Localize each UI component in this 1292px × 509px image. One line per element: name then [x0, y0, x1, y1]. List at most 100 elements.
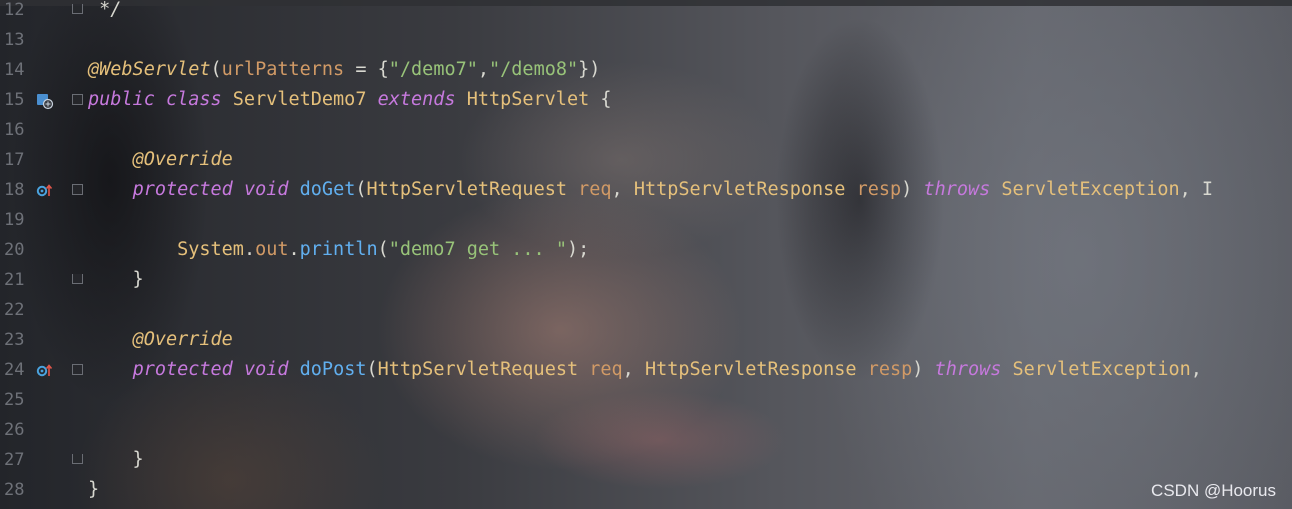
code-text[interactable]: }	[88, 475, 99, 505]
line-number[interactable]: 18	[4, 175, 34, 205]
code-token: (	[210, 59, 222, 80]
servlet-class-icon[interactable]	[36, 92, 54, 110]
code-token: , I	[1179, 179, 1214, 200]
code-token: @Override	[132, 149, 233, 170]
line-number[interactable]: 20	[4, 235, 34, 265]
code-token: )	[901, 179, 924, 200]
code-line[interactable]: 13	[0, 25, 1292, 55]
line-number[interactable]: 15	[4, 85, 34, 115]
code-token: System	[177, 239, 244, 260]
code-token: doPost	[299, 359, 367, 380]
code-token: out	[255, 239, 289, 260]
line-number[interactable]: 27	[4, 445, 34, 475]
code-token: );	[566, 239, 590, 260]
code-text[interactable]: @Override	[88, 145, 233, 175]
code-token: "/demo7"	[388, 59, 478, 80]
code-token: class	[165, 89, 233, 110]
code-token: req	[589, 359, 623, 380]
code-token: .	[243, 239, 256, 260]
code-line[interactable]: 28}	[0, 475, 1292, 505]
code-token: HttpServletResponse	[644, 359, 868, 380]
line-number[interactable]: 16	[4, 115, 34, 145]
code-text[interactable]: @WebServlet(urlPatterns = {"/demo7","/de…	[88, 55, 600, 85]
code-token: .	[288, 239, 300, 260]
code-line[interactable]: 18 protected void doGet(HttpServletReque…	[0, 175, 1292, 205]
code-token: HttpServlet	[466, 89, 590, 110]
code-line[interactable]: 26	[0, 415, 1292, 445]
code-line[interactable]: 19	[0, 205, 1292, 235]
fold-start-marker[interactable]	[72, 364, 83, 375]
code-line[interactable]: 16	[0, 115, 1292, 145]
code-token: }	[88, 449, 144, 470]
code-text[interactable]: System.out.println("demo7 get ... ");	[88, 235, 589, 265]
code-token: (	[355, 179, 367, 200]
code-token: "demo7 get ... "	[388, 239, 567, 260]
code-token: (	[366, 359, 378, 380]
code-token: ServletException	[1012, 359, 1191, 380]
line-number[interactable]: 22	[4, 295, 34, 325]
code-token: @WebServlet	[88, 59, 211, 80]
code-token: {	[589, 89, 612, 110]
code-line[interactable]: 15 public class ServletDemo7 extends Http…	[0, 85, 1292, 115]
line-number[interactable]: 21	[4, 265, 34, 295]
code-token: HttpServletResponse	[633, 179, 857, 200]
code-token: throws	[934, 359, 1013, 380]
code-text[interactable]: }	[88, 445, 144, 475]
code-line[interactable]: 25	[0, 385, 1292, 415]
line-number[interactable]: 17	[4, 145, 34, 175]
fold-end-marker[interactable]	[72, 454, 83, 464]
code-token: HttpServletRequest	[377, 359, 590, 380]
line-number[interactable]: 28	[4, 475, 34, 505]
code-token: ServletException	[1001, 179, 1180, 200]
code-line[interactable]: 20 System.out.println("demo7 get ... ");	[0, 235, 1292, 265]
code-token: ,	[622, 359, 645, 380]
code-token: ,	[1190, 359, 1202, 380]
code-text[interactable]: protected void doGet(HttpServletRequest …	[88, 175, 1213, 205]
code-line[interactable]: 27 }	[0, 445, 1292, 475]
code-token: extends	[377, 89, 467, 110]
code-token: )	[912, 359, 935, 380]
code-text[interactable]: @Override	[88, 325, 233, 355]
fold-start-marker[interactable]	[72, 94, 83, 105]
code-text[interactable]: public class ServletDemo7 extends HttpSe…	[88, 85, 612, 115]
code-token: "/demo8"	[489, 59, 579, 80]
line-number[interactable]: 26	[4, 415, 34, 445]
code-token: = {	[344, 59, 389, 80]
code-token: (	[377, 239, 389, 260]
line-number[interactable]: 13	[4, 25, 34, 55]
override-method-icon[interactable]	[36, 182, 53, 198]
code-token: */	[88, 0, 122, 20]
fold-end-marker[interactable]	[72, 4, 83, 14]
code-token: }	[88, 479, 100, 500]
code-text[interactable]: */	[88, 0, 121, 25]
code-line[interactable]: 24 protected void doPost(HttpServletRequ…	[0, 355, 1292, 385]
fold-end-marker[interactable]	[72, 274, 83, 284]
code-token: ServletDemo7	[232, 89, 378, 110]
code-text[interactable]: }	[88, 265, 144, 295]
code-line[interactable]: 22	[0, 295, 1292, 325]
line-number[interactable]: 24	[4, 355, 34, 385]
code-line[interactable]: 14 @WebServlet(urlPatterns = {"/demo7","/…	[0, 55, 1292, 85]
line-number[interactable]: 19	[4, 205, 34, 235]
code-token: req	[578, 179, 612, 200]
code-token: urlPatterns	[221, 59, 345, 80]
code-line[interactable]: 21 }	[0, 265, 1292, 295]
code-token: protected	[132, 179, 244, 200]
line-number[interactable]: 14	[4, 55, 34, 85]
code-text[interactable]: protected void doPost(HttpServletRequest…	[88, 355, 1202, 385]
code-line[interactable]: 17 @Override	[0, 145, 1292, 175]
code-token: protected	[132, 359, 244, 380]
line-number[interactable]: 12	[4, 0, 34, 25]
line-number[interactable]: 23	[4, 325, 34, 355]
override-method-icon[interactable]	[36, 362, 53, 378]
fold-start-marker[interactable]	[72, 184, 83, 195]
code-token: void	[243, 179, 300, 200]
code-token: @Override	[132, 329, 233, 350]
code-line[interactable]: 12 */	[0, 0, 1292, 25]
code-line[interactable]: 23 @Override	[0, 325, 1292, 355]
line-number[interactable]: 25	[4, 385, 34, 415]
